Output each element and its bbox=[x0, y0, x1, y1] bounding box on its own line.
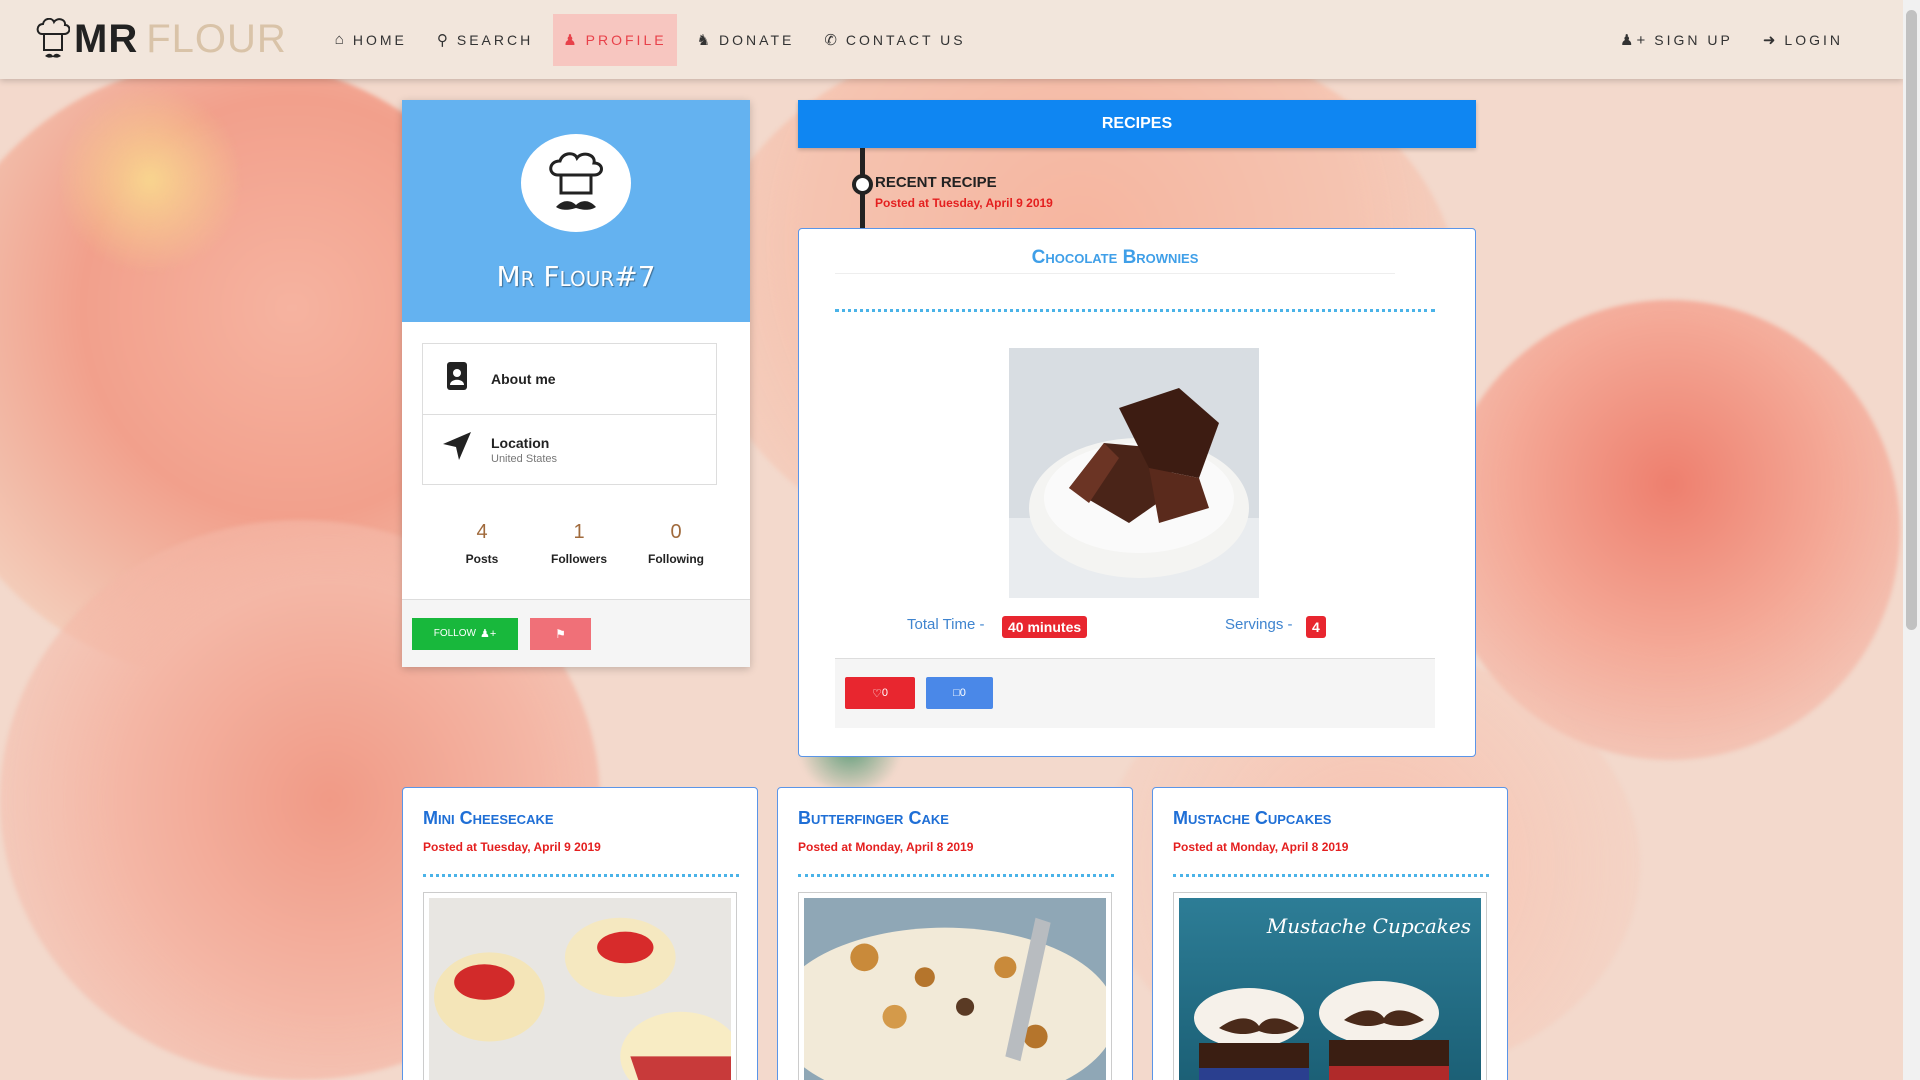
dotted-divider bbox=[1173, 874, 1489, 877]
navbar: MR FLOUR ⌂ HOME ⚲ SEARCH ♟ PROFILE ♞ DON… bbox=[0, 0, 1903, 79]
total-time-badge: 40 minutes bbox=[1002, 616, 1088, 638]
chef-hat-icon bbox=[36, 17, 70, 58]
nav-profile-label: PROFILE bbox=[585, 31, 667, 48]
stat-posts-label: Posts bbox=[465, 552, 499, 566]
recipe-card[interactable]: Mustache Cupcakes Posted at Monday, Apri… bbox=[1152, 787, 1508, 1080]
recipe-card-title[interactable]: Mini Cheesecake bbox=[423, 808, 554, 829]
mini-cheesecake-image[interactable] bbox=[429, 898, 742, 1080]
home-icon: ⌂ bbox=[334, 31, 347, 48]
mustache-cupcakes-image[interactable]: Mustache Cupcakes bbox=[1179, 898, 1481, 1080]
like-button[interactable]: ♡ 0 bbox=[845, 677, 915, 709]
bookmark-count: 0 bbox=[959, 687, 966, 699]
timeline-dot bbox=[852, 174, 873, 195]
avatar bbox=[521, 134, 631, 232]
stat-followers-label: Followers bbox=[550, 552, 607, 566]
nav-profile[interactable]: ♟ PROFILE bbox=[553, 13, 677, 66]
butterfinger-cake-image[interactable] bbox=[773, 898, 1117, 1080]
brand-flour: FLOUR bbox=[146, 17, 287, 61]
user-icon: ♟ bbox=[563, 31, 580, 49]
recipe-card-date: Posted at Monday, April 8 2019 bbox=[1173, 840, 1349, 854]
stat-followers-num: 1 bbox=[573, 521, 585, 543]
about-me-row[interactable]: About me bbox=[423, 344, 716, 414]
dotted-divider bbox=[423, 874, 739, 877]
total-time-label: Total Time - bbox=[907, 616, 985, 633]
dotted-divider bbox=[798, 874, 1114, 877]
stat-following-label: Following bbox=[648, 552, 704, 566]
follow-button-label: FOLLOW bbox=[433, 628, 476, 639]
phone-icon: ✆ bbox=[824, 31, 840, 49]
id-badge-icon bbox=[441, 361, 473, 398]
search-icon: ⚲ bbox=[436, 31, 451, 49]
featured-recipe-title[interactable]: Chocolate Brownies bbox=[835, 247, 1395, 274]
follow-button[interactable]: FOLLOW ♟+ bbox=[412, 617, 518, 650]
recipe-card-date: Posted at Tuesday, April 9 2019 bbox=[423, 840, 601, 854]
recipe-card-image-frame bbox=[423, 892, 742, 1080]
donate-icon: ♞ bbox=[696, 31, 714, 49]
servings-label: Servings - bbox=[1225, 616, 1293, 633]
user-plus-icon: ♟+ bbox=[1620, 31, 1649, 49]
bookmark-button[interactable]: □ 0 bbox=[926, 677, 993, 709]
nav-contact-label: CONTACT US bbox=[845, 31, 966, 48]
nav-links: ⌂ HOME ⚲ SEARCH ♟ PROFILE ♞ DONATE ✆ CON… bbox=[325, 13, 986, 66]
nav-donate[interactable]: ♞ DONATE bbox=[687, 14, 805, 66]
nav-signup-label: SIGN UP bbox=[1654, 31, 1733, 48]
nav-home[interactable]: ⌂ HOME bbox=[325, 14, 417, 66]
nav-donate-label: DONATE bbox=[719, 31, 795, 48]
scrollbar-thumb[interactable] bbox=[1906, 10, 1917, 630]
nav-signup[interactable]: ♟+ SIGN UP bbox=[1610, 14, 1743, 66]
user-plus-icon: ♟+ bbox=[479, 628, 497, 640]
nav-login-label: LOGIN bbox=[1784, 31, 1843, 48]
profile-username: Mr Flour#7 bbox=[496, 260, 656, 293]
heart-icon: ♡ bbox=[872, 687, 882, 700]
recipes-header-label: RECIPES bbox=[1101, 115, 1173, 132]
brand-logo[interactable]: MR FLOUR bbox=[36, 0, 287, 79]
bookmark-icon: □ bbox=[953, 687, 960, 699]
servings-badge: 4 bbox=[1306, 616, 1326, 638]
stat-posts-num: 4 bbox=[476, 521, 488, 543]
profile-info: About me Location United States bbox=[422, 343, 717, 485]
recipe-card[interactable]: Butterfinger Cake Posted at Monday, Apri… bbox=[773, 787, 1133, 1080]
profile-stats: 4 Posts 1 Followers 0 Following bbox=[402, 485, 750, 612]
location-label: Location bbox=[491, 434, 550, 451]
brand-mr: MR bbox=[74, 17, 139, 61]
about-me-label: About me bbox=[491, 371, 556, 387]
sign-in-icon: ➜ bbox=[1762, 31, 1779, 49]
brownies-image[interactable] bbox=[1009, 348, 1259, 598]
featured-recipe-meta: Total Time - 40 minutes Servings - 4 bbox=[799, 616, 1475, 646]
nav-home-label: HOME bbox=[352, 31, 407, 48]
nav-login[interactable]: ➜ LOGIN bbox=[1753, 14, 1853, 66]
stat-following-num: 0 bbox=[670, 521, 682, 543]
recipe-card-image-frame: Mustache Cupcakes bbox=[1173, 892, 1487, 1080]
report-button[interactable]: ⚑ bbox=[530, 617, 591, 650]
nav-search-label: SEARCH bbox=[456, 31, 534, 48]
like-count: 0 bbox=[881, 687, 888, 699]
profile-header: Mr Flour#7 bbox=[402, 100, 750, 322]
recipe-card-image-frame bbox=[773, 892, 1117, 1080]
dotted-divider bbox=[835, 309, 1435, 312]
location-arrow-icon bbox=[441, 430, 473, 469]
recipe-card-title[interactable]: Butterfinger Cake bbox=[798, 808, 949, 829]
profile-actions: FOLLOW ♟+ ⚑ bbox=[402, 599, 750, 667]
recent-recipe-title: RECENT RECIPE bbox=[875, 174, 997, 191]
location-row: Location United States bbox=[423, 414, 716, 484]
location-value: United States bbox=[491, 452, 558, 465]
featured-recipe-card: Chocolate Brownies Total Time - 40 minut… bbox=[798, 228, 1476, 757]
nav-contact[interactable]: ✆ CONTACT US bbox=[814, 14, 975, 66]
recipes-header[interactable]: RECIPES bbox=[798, 100, 1476, 148]
chef-avatar-icon bbox=[549, 152, 603, 210]
profile-card: Mr Flour#7 About me Location United Stat… bbox=[402, 100, 750, 667]
featured-recipe-actions: ♡ 0 □ 0 bbox=[835, 658, 1435, 728]
recipe-card[interactable]: Mini Cheesecake Posted at Tuesday, April… bbox=[402, 787, 758, 1080]
nav-search[interactable]: ⚲ SEARCH bbox=[427, 14, 543, 66]
nav-auth: ♟+ SIGN UP ➜ LOGIN bbox=[1610, 14, 1863, 66]
recipe-card-date: Posted at Monday, April 8 2019 bbox=[798, 840, 974, 854]
flag-icon: ⚑ bbox=[555, 626, 566, 641]
recipe-card-title[interactable]: Mustache Cupcakes bbox=[1173, 808, 1331, 829]
image-caption: Mustache Cupcakes bbox=[1266, 914, 1471, 938]
scrollbar[interactable] bbox=[1903, 0, 1920, 1080]
recent-recipe-date: Posted at Tuesday, April 9 2019 bbox=[875, 196, 1053, 210]
